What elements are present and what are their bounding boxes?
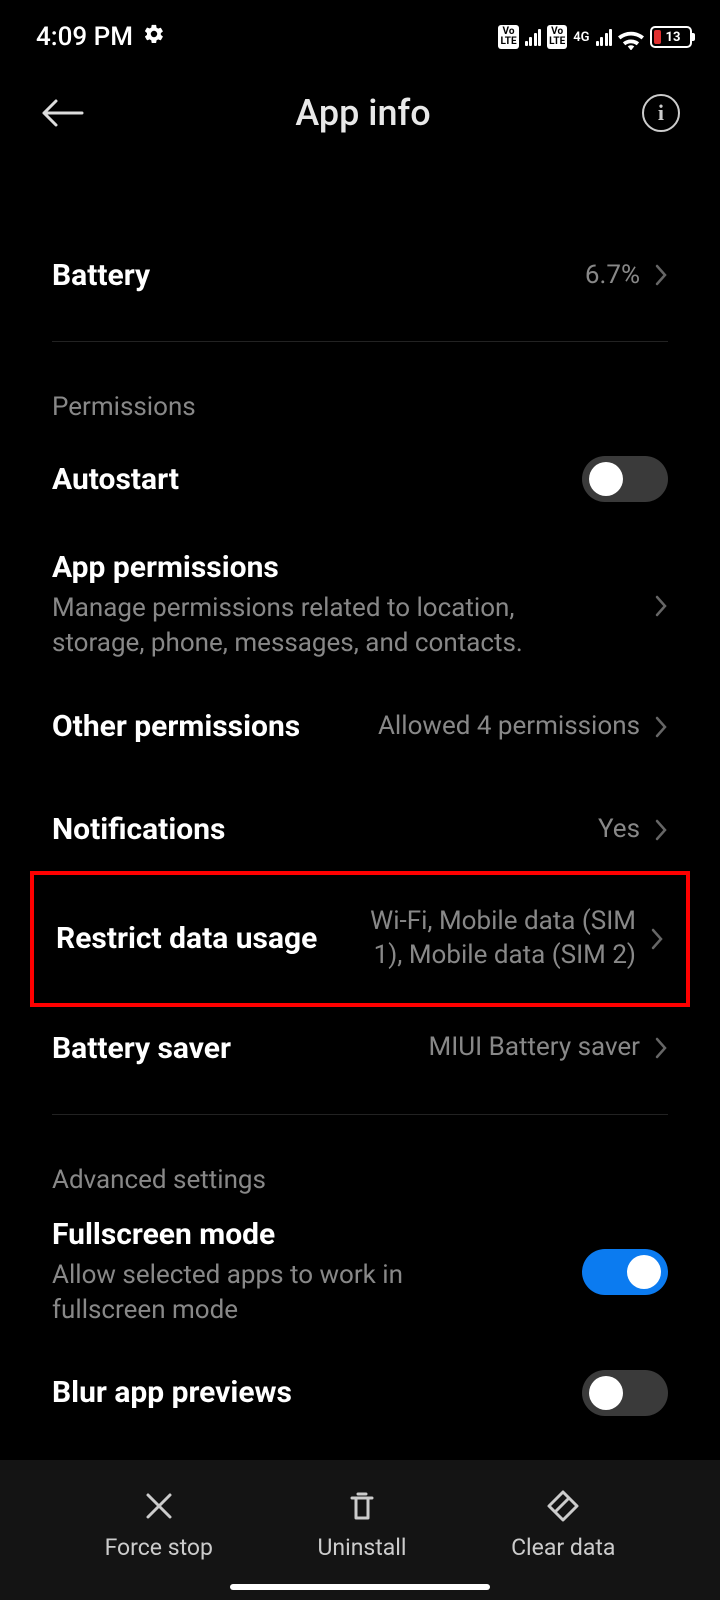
chevron-right-icon	[654, 263, 668, 287]
other-permissions-value: Allowed 4 permissions	[378, 710, 640, 744]
permissions-heading: Permissions	[0, 366, 720, 432]
notifications-title: Notifications	[52, 812, 225, 847]
uninstall-button[interactable]: Uninstall	[317, 1488, 406, 1561]
restrict-data-title: Restrict data usage	[56, 921, 317, 956]
close-icon	[141, 1488, 177, 1524]
battery-value: 6.7%	[585, 259, 640, 293]
settings-status-icon	[143, 23, 165, 51]
autostart-toggle[interactable]	[582, 456, 668, 502]
status-time: 4:09 PM	[36, 22, 133, 52]
fullscreen-sub: Allow selected apps to work in fullscree…	[52, 1258, 512, 1328]
app-permissions-title: App permissions	[52, 550, 654, 585]
fullscreen-toggle[interactable]	[582, 1249, 668, 1295]
other-permissions-title: Other permissions	[52, 709, 300, 744]
force-stop-button[interactable]: Force stop	[105, 1488, 213, 1561]
chevron-right-icon	[654, 818, 668, 842]
chevron-right-icon	[654, 715, 668, 739]
bottom-action-bar: Force stop Uninstall Clear data	[0, 1460, 720, 1600]
eraser-icon	[545, 1488, 581, 1524]
chevron-right-icon	[654, 1036, 668, 1060]
battery-row[interactable]: Battery 6.7%	[0, 234, 720, 317]
restrict-data-value: Wi-Fi, Mobile data (SIM 1), Mobile data …	[356, 905, 636, 973]
force-stop-label: Force stop	[105, 1534, 213, 1561]
home-indicator[interactable]	[230, 1584, 490, 1590]
page-title: App info	[295, 92, 430, 134]
battery-icon: 13	[650, 26, 692, 48]
restrict-data-row[interactable]: Restrict data usage Wi-Fi, Mobile data (…	[34, 875, 686, 1003]
battery-title: Battery	[52, 258, 150, 293]
volte-icon-2: VoLTE	[547, 25, 567, 49]
other-permissions-row[interactable]: Other permissions Allowed 4 permissions	[0, 685, 720, 768]
trash-icon	[344, 1488, 380, 1524]
page-header: App info i	[0, 62, 720, 154]
volte-icon-1: VoLTE	[498, 25, 518, 49]
wifi-icon	[618, 27, 644, 47]
notifications-row[interactable]: Notifications Yes	[0, 788, 720, 871]
battery-saver-value: MIUI Battery saver	[429, 1031, 640, 1065]
signal-icon-2	[596, 28, 613, 46]
divider	[52, 341, 668, 342]
back-icon[interactable]	[40, 97, 84, 129]
autostart-title: Autostart	[52, 462, 179, 497]
restrict-data-highlight: Restrict data usage Wi-Fi, Mobile data (…	[30, 871, 690, 1007]
clear-data-label: Clear data	[511, 1534, 615, 1561]
uninstall-label: Uninstall	[317, 1534, 406, 1561]
network-tag: 4G	[573, 31, 589, 44]
clear-data-button[interactable]: Clear data	[511, 1488, 615, 1561]
advanced-heading: Advanced settings	[0, 1139, 720, 1205]
blur-previews-row[interactable]: Blur app previews	[0, 1346, 720, 1416]
app-permissions-row[interactable]: App permissions Manage permissions relat…	[0, 526, 720, 685]
chevron-right-icon	[650, 927, 664, 951]
notifications-value: Yes	[598, 813, 640, 847]
signal-icon-1	[525, 28, 542, 46]
blur-toggle[interactable]	[582, 1370, 668, 1416]
divider	[52, 1114, 668, 1115]
blur-title: Blur app previews	[52, 1375, 292, 1410]
info-icon[interactable]: i	[642, 94, 680, 132]
fullscreen-title: Fullscreen mode	[52, 1217, 582, 1252]
fullscreen-row[interactable]: Fullscreen mode Allow selected apps to w…	[0, 1205, 720, 1346]
battery-saver-title: Battery saver	[52, 1031, 231, 1066]
status-bar: 4:09 PM VoLTE VoLTE 4G 13	[0, 0, 720, 62]
chevron-right-icon	[654, 594, 668, 618]
battery-saver-row[interactable]: Battery saver MIUI Battery saver	[0, 1007, 720, 1090]
app-permissions-sub: Manage permissions related to location, …	[52, 591, 592, 661]
autostart-row[interactable]: Autostart	[0, 432, 720, 526]
